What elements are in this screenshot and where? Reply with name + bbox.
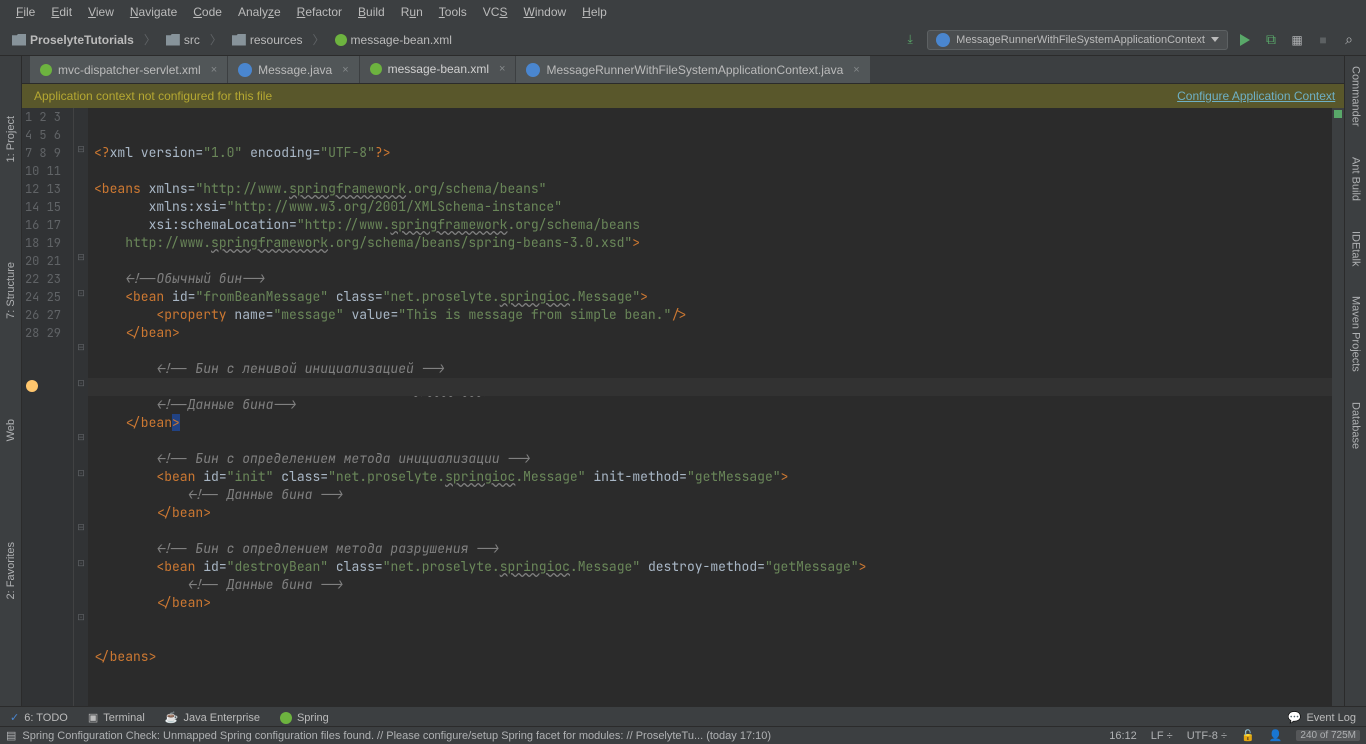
close-icon[interactable]: × [342,64,348,76]
debug-button[interactable]: ⧉ [1262,31,1280,49]
menu-build[interactable]: Build [350,5,393,19]
tool-favorites[interactable]: 2: Favorites [5,542,17,599]
tool-database[interactable]: Database [1350,402,1362,449]
line-ending[interactable]: LF ÷ [1151,730,1173,742]
java-icon [936,33,950,47]
menu-help[interactable]: Help [574,5,615,19]
tool-idetalk[interactable]: IDEtalk [1350,231,1362,266]
main-menu-bar: File Edit View Navigate Code Analyze Ref… [0,0,1366,24]
configure-context-link[interactable]: Configure Application Context [1177,89,1335,103]
bc-project[interactable]: ProselyteTutorials [8,31,138,49]
spring-icon [40,64,52,76]
tool-terminal[interactable]: ▣Terminal [88,711,145,724]
code-area[interactable]: <?xml version="1.0" encoding="UTF-8"?> <… [88,108,1332,714]
tab-message-bean-xml[interactable]: message-bean.xml× [360,56,517,83]
search-icon: ⌕ [1345,31,1353,48]
balloon-icon: 💬 [1288,711,1302,724]
menu-vcs[interactable]: VCS [475,5,516,19]
status-bar: ▤ Spring Configuration Check: Unmapped S… [0,726,1366,744]
encoding[interactable]: UTF-8 ÷ [1187,730,1227,742]
run-config-selector[interactable]: MessageRunnerWithFileSystemApplicationCo… [927,30,1228,50]
menu-tools[interactable]: Tools [431,5,475,19]
close-icon[interactable]: × [499,63,505,75]
right-toolbar: ⤓ MessageRunnerWithFileSystemApplication… [901,30,1358,50]
menu-run[interactable]: Run [393,5,431,19]
caret-position[interactable]: 16:12 [1109,730,1137,742]
tool-spring[interactable]: Spring [280,712,329,724]
build-button[interactable]: ⤓ [901,31,919,49]
tab-mvc-dispatcher[interactable]: mvc-dispatcher-servlet.xml× [30,56,228,83]
tool-todo[interactable]: ✓6: TODO [10,711,68,724]
folder-icon [166,34,180,46]
bottom-tool-strip: ✓6: TODO ▣Terminal ☕Java Enterprise Spri… [0,706,1366,728]
status-icon[interactable]: ▤ [6,729,16,742]
menu-code[interactable]: Code [185,5,230,19]
spring-icon [335,34,347,46]
tab-runner-java[interactable]: MessageRunnerWithFileSystemApplicationCo… [516,56,870,83]
tool-commander[interactable]: Commander [1350,66,1362,127]
tool-eventlog[interactable]: 💬Event Log [1288,711,1356,724]
folder-icon [232,34,246,46]
chevron-down-icon [1211,37,1219,42]
bc-file[interactable]: message-bean.xml [331,31,456,49]
analysis-ok-marker [1334,110,1342,118]
menu-file[interactable]: File [8,5,43,19]
menu-view[interactable]: View [80,5,122,19]
tool-ant[interactable]: Ant Build [1350,157,1362,201]
bc-resources[interactable]: resources [228,31,307,49]
menu-edit[interactable]: Edit [43,5,80,19]
run-button[interactable] [1236,31,1254,49]
search-everywhere-button[interactable]: ⌕ [1340,31,1358,49]
editor[interactable]: 1 2 3 4 5 6 7 8 9 10 11 12 13 14 15 16 1… [22,108,1344,714]
menu-window[interactable]: Window [515,5,574,19]
hector-icon[interactable]: 👤 [1269,729,1283,742]
tool-javaee[interactable]: ☕Java Enterprise [165,711,260,724]
tool-structure[interactable]: 7: Structure [5,262,17,319]
bug-icon: ⧉ [1266,31,1276,48]
tool-maven[interactable]: Maven Projects [1350,296,1362,372]
editor-tabs: mvc-dispatcher-servlet.xml× Message.java… [0,56,1366,84]
breadcrumbs: ProselyteTutorials 〉 src 〉 resources 〉 m… [8,31,456,49]
tab-message-java[interactable]: Message.java× [228,56,359,83]
java-icon [238,63,252,77]
spring-icon [370,63,382,75]
run-config-label: MessageRunnerWithFileSystemApplicationCo… [956,34,1205,46]
close-icon[interactable]: × [211,64,217,76]
stop-button[interactable]: ■ [1314,31,1332,49]
bc-src[interactable]: src [162,31,204,49]
tool-web[interactable]: Web [5,419,17,441]
bc-sep: 〉 [144,31,156,48]
menu-refactor[interactable]: Refactor [289,5,350,19]
status-message: Spring Configuration Check: Unmapped Spr… [22,730,1109,742]
left-tool-strip: 1: Project 7: Structure Web 2: Favorites [0,56,22,714]
error-stripe[interactable] [1332,108,1344,714]
fold-gutter[interactable]: ⊟⊟⊡⊟⊡⊟⊡⊟⊡⊡ [74,108,88,714]
right-tool-strip: Commander Ant Build IDEtalk Maven Projec… [1344,56,1366,714]
memory-indicator[interactable]: 240 of 725M [1296,730,1360,741]
spring-icon [280,712,292,724]
close-icon[interactable]: × [853,64,859,76]
notification-bar: Application context not configured for t… [0,84,1366,108]
project-icon [12,34,26,46]
coverage-button[interactable]: ▦ [1288,31,1306,49]
toolbar-row: ProselyteTutorials 〉 src 〉 resources 〉 m… [0,24,1366,56]
line-number-gutter: 1 2 3 4 5 6 7 8 9 10 11 12 13 14 15 16 1… [22,108,74,714]
lock-icon[interactable]: 🔓 [1241,729,1255,742]
intention-bulb-icon[interactable] [26,380,38,392]
notification-text: Application context not configured for t… [34,89,272,103]
tool-project[interactable]: 1: Project [5,116,17,162]
menu-navigate[interactable]: Navigate [122,5,185,19]
play-icon [1240,34,1250,46]
menu-analyze[interactable]: Analyze [230,5,289,19]
java-icon [526,63,540,77]
